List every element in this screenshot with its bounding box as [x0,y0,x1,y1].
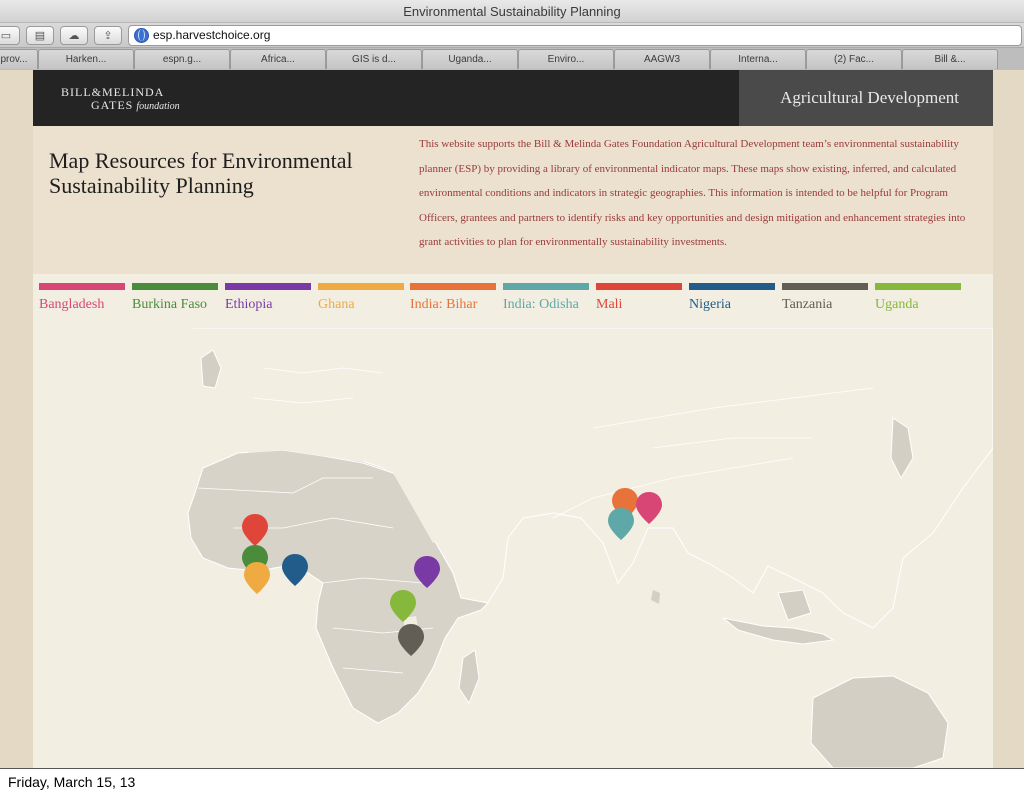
country-color-bar [39,283,125,290]
tab-item[interactable]: GIS is d... [326,49,422,69]
tab-item[interactable]: Enviro... [518,49,614,69]
tab-label: Harken... [65,54,107,65]
tab-item[interactable]: Interna... [710,49,806,69]
country-link-tanzania[interactable]: Tanzania [782,283,868,323]
tab-label: GIS is d... [352,54,396,65]
landmass-africa [187,449,490,724]
country-link-mali[interactable]: Mali [596,283,682,323]
tab-label: Africa... [261,54,295,65]
window-title: Environmental Sustainability Planning [403,4,621,19]
country-label: India: Odisha [503,297,579,312]
country-link-india-bihar[interactable]: India: Bihar [410,283,496,323]
country-link-india-odisha[interactable]: India: Odisha [503,283,589,323]
logo-line-2-sub: foundation [136,101,180,112]
reader-button[interactable]: ▤ [26,26,54,45]
tab-label: Uganda... [448,54,492,65]
landmass-australia [810,675,949,768]
country-label: Ethiopia [225,297,273,312]
country-link-uganda[interactable]: Uganda [875,283,961,323]
tab-bar: prov... Harken... espn.g... Africa... GI… [0,48,1024,71]
map-pin-bangladesh [636,492,662,524]
country-label: Burkina Faso [132,297,208,312]
footer-date: Friday, March 15, 13 [8,774,136,790]
section-header: Agricultural Development [739,70,993,126]
cloud-icon: ☁ [68,30,80,42]
logo-line-2: GATES [91,98,134,112]
country-label: India: Bihar [410,297,478,312]
landmass-indonesia [722,617,835,645]
gulf-persian [483,473,528,508]
section-title: Agricultural Development [780,88,959,107]
sea-black [378,386,433,406]
tab-label: espn.g... [162,54,202,65]
country-color-bar [875,283,961,290]
tab-item[interactable]: espn.g... [134,49,230,69]
tab-item[interactable]: (2) Fac... [806,49,902,69]
country-label: Uganda [875,297,919,312]
country-color-bar [596,283,682,290]
share-button[interactable]: ⇪ [94,26,122,45]
country-color-bar [132,283,218,290]
country-color-bar [318,283,404,290]
tab-label: Enviro... [547,54,585,65]
page-heading: Map Resources for Environmental Sustaina… [49,148,353,198]
tab-label: (2) Fac... [833,54,874,65]
country-color-bar [225,283,311,290]
country-color-bar [410,283,496,290]
country-legend: Bangladesh Burkina Faso Ethiopia Ghana I… [33,274,993,328]
country-label: Ghana [318,297,355,312]
address-url[interactable]: esp.harvestchoice.org [153,28,270,42]
country-link-nigeria[interactable]: Nigeria [689,283,775,323]
landmass-sri-lanka [651,590,660,604]
window-title-bar: Environmental Sustainability Planning [0,0,1024,23]
tab-label: AAGW3 [643,54,681,65]
intro-description: This website supports the Bill & Melinda… [419,138,966,248]
landmass-britain [200,349,222,389]
sidebar-toggle-button[interactable]: ▭ [0,26,20,45]
globe-icon [134,28,149,43]
country-link-bangladesh[interactable]: Bangladesh [39,283,125,323]
map-pin-india-odisha [608,508,634,540]
country-label: Bangladesh [39,297,105,312]
web-page: BILL&MELINDA GATES foundation Agricultura… [0,70,1024,768]
tab-item[interactable]: prov... [0,49,38,69]
address-bar[interactable]: esp.harvestchoice.org [128,25,1022,46]
country-link-burkina-faso[interactable]: Burkina Faso [132,283,218,323]
icloud-button[interactable]: ☁ [60,26,88,45]
country-link-ethiopia[interactable]: Ethiopia [225,283,311,323]
tab-label: Interna... [738,54,778,65]
tab-item[interactable]: Uganda... [422,49,518,69]
landmass-madagascar [458,649,480,705]
map-pin-nigeria [282,554,308,586]
tab-item[interactable]: Africa... [230,49,326,69]
tab-label: prov... [0,54,28,65]
country-color-bar [503,283,589,290]
map-canvas [187,328,993,768]
world-map[interactable] [33,328,993,768]
browser-toolbar: ▭ ▤ ☁ ⇪ esp.harvestchoice.org [0,23,1024,48]
slide-footer: Friday, March 15, 13 [0,768,1024,797]
reader-icon: ▤ [34,30,46,42]
intro-panel: Map Resources for Environmental Sustaina… [33,126,993,274]
landmass-japan [890,417,914,480]
tab-item[interactable]: Bill &... [902,49,998,69]
sea-caspian [485,388,503,428]
country-label: Nigeria [689,297,731,312]
country-color-bar [689,283,775,290]
site-header: BILL&MELINDA GATES foundation Agricultura… [33,70,993,126]
landmass-borneo [777,589,812,621]
country-color-bar [782,283,868,290]
country-label: Mali [596,297,623,312]
country-link-ghana[interactable]: Ghana [318,283,404,323]
page-margin [993,70,1024,768]
tab-item[interactable]: Harken... [38,49,134,69]
gates-foundation-logo[interactable]: BILL&MELINDA GATES foundation [61,86,180,113]
page-content: BILL&MELINDA GATES foundation Agricultura… [33,70,993,768]
share-icon: ⇪ [103,30,113,42]
map-pin-ghana [244,562,270,594]
country-label: Tanzania [782,297,833,312]
tab-item[interactable]: AAGW3 [614,49,710,69]
tab-label: Bill &... [934,54,966,65]
sidebar-icon: ▭ [0,30,12,42]
